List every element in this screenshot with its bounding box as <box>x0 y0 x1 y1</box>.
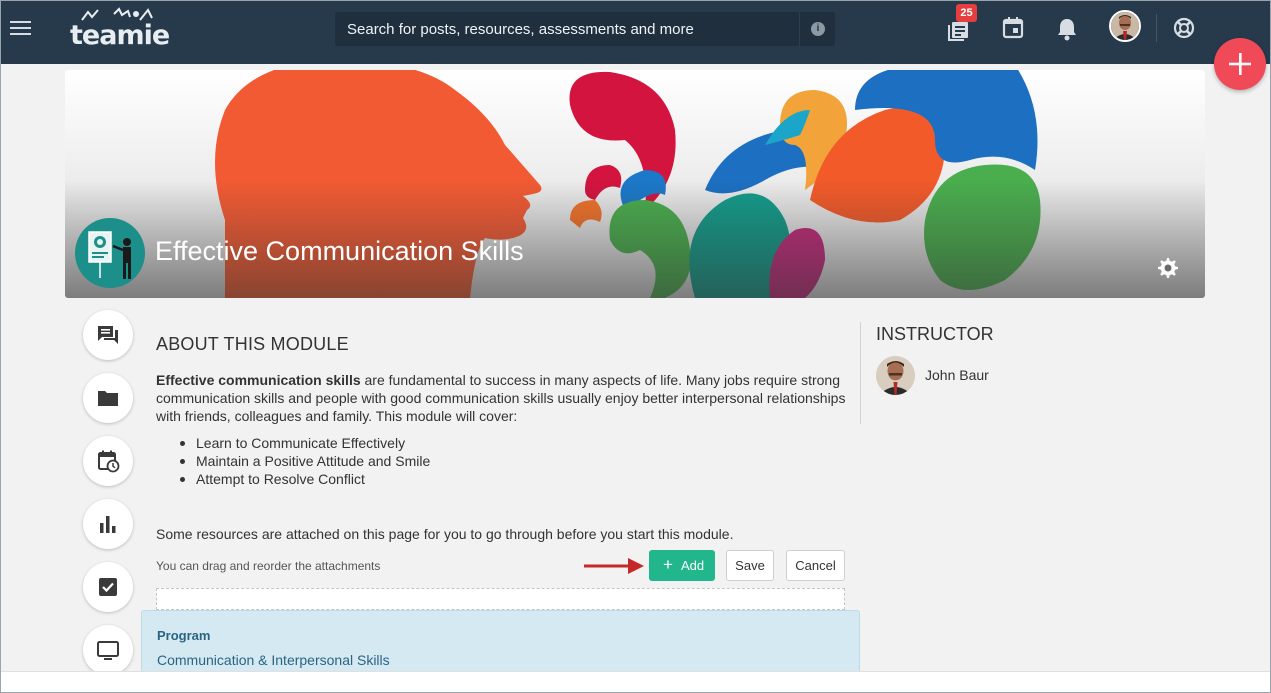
analytics-rail-button[interactable] <box>83 499 133 549</box>
program-label: Program <box>157 628 211 643</box>
drag-reorder-hint: You can drag and reorder the attachments <box>156 559 381 573</box>
menu-icon[interactable] <box>10 18 34 38</box>
screen-rail-button[interactable] <box>83 625 133 675</box>
program-link[interactable]: Communication & Interpersonal Skills <box>157 652 390 668</box>
lifebuoy-icon[interactable] <box>1172 14 1198 42</box>
column-divider <box>860 322 861 424</box>
calendar-clock-icon <box>98 450 120 473</box>
instructor-name[interactable]: John Baur <box>925 367 989 383</box>
top-navigation-bar: teamie Search for posts, resources, asse… <box>0 0 1271 64</box>
plus-icon <box>1229 53 1251 75</box>
tasks-rail-button[interactable] <box>83 562 133 612</box>
search-input[interactable]: Search for posts, resources, assessments… <box>347 21 694 38</box>
topbar-divider <box>1156 14 1157 42</box>
monitor-icon <box>97 641 119 660</box>
cancel-button[interactable]: Cancel <box>786 550 845 581</box>
messages-rail-button[interactable] <box>83 310 133 360</box>
user-avatar[interactable] <box>1109 10 1141 42</box>
checkbox-icon <box>99 578 117 596</box>
instructor-heading: INSTRUCTOR <box>876 324 994 344</box>
description-bold-lead: Effective communication skills <box>156 372 361 388</box>
program-card: Program Communication & Interpersonal Sk… <box>141 610 860 680</box>
instructor-avatar[interactable] <box>876 356 915 395</box>
plus-icon: + <box>663 555 673 574</box>
messages-icon <box>98 326 118 344</box>
bar-chart-icon <box>100 516 116 533</box>
teamie-logo[interactable]: teamie <box>70 6 170 51</box>
info-icon: i <box>811 22 825 36</box>
bell-icon[interactable] <box>1055 14 1081 42</box>
calendar-icon[interactable] <box>1001 14 1027 42</box>
attachment-dropzone[interactable] <box>156 588 845 610</box>
search-bar[interactable]: Search for posts, resources, assessments… <box>335 12 835 46</box>
bottom-bar <box>0 671 1271 693</box>
search-info-button[interactable]: i <box>799 12 835 46</box>
notification-badge: 25 <box>956 4 977 22</box>
module-title: Effective Communication Skills <box>155 236 524 266</box>
create-fab-button[interactable] <box>1214 38 1266 90</box>
folder-icon <box>98 391 118 406</box>
add-attachment-button[interactable]: + Add <box>649 550 715 581</box>
module-logo <box>75 218 145 288</box>
arrow-pointer-icon <box>584 558 644 574</box>
resources-note: Some resources are attached on this page… <box>156 526 734 542</box>
save-button[interactable]: Save <box>726 550 774 581</box>
calendar-rail-button[interactable] <box>83 436 133 486</box>
logo-text: teamie <box>70 20 170 51</box>
topic-item: Learn to Communicate Effectively <box>178 434 430 452</box>
topic-item: Attempt to Resolve Conflict <box>178 470 430 488</box>
add-button-label: Add <box>681 558 705 573</box>
folder-rail-button[interactable] <box>83 373 133 423</box>
module-description: Effective communication skills are funda… <box>156 371 846 425</box>
topic-item: Maintain a Positive Attitude and Smile <box>178 452 430 470</box>
about-module-heading: ABOUT THIS MODULE <box>156 334 349 354</box>
gear-icon[interactable] <box>1155 256 1179 280</box>
topics-list: Learn to Communicate Effectively Maintai… <box>178 434 430 488</box>
